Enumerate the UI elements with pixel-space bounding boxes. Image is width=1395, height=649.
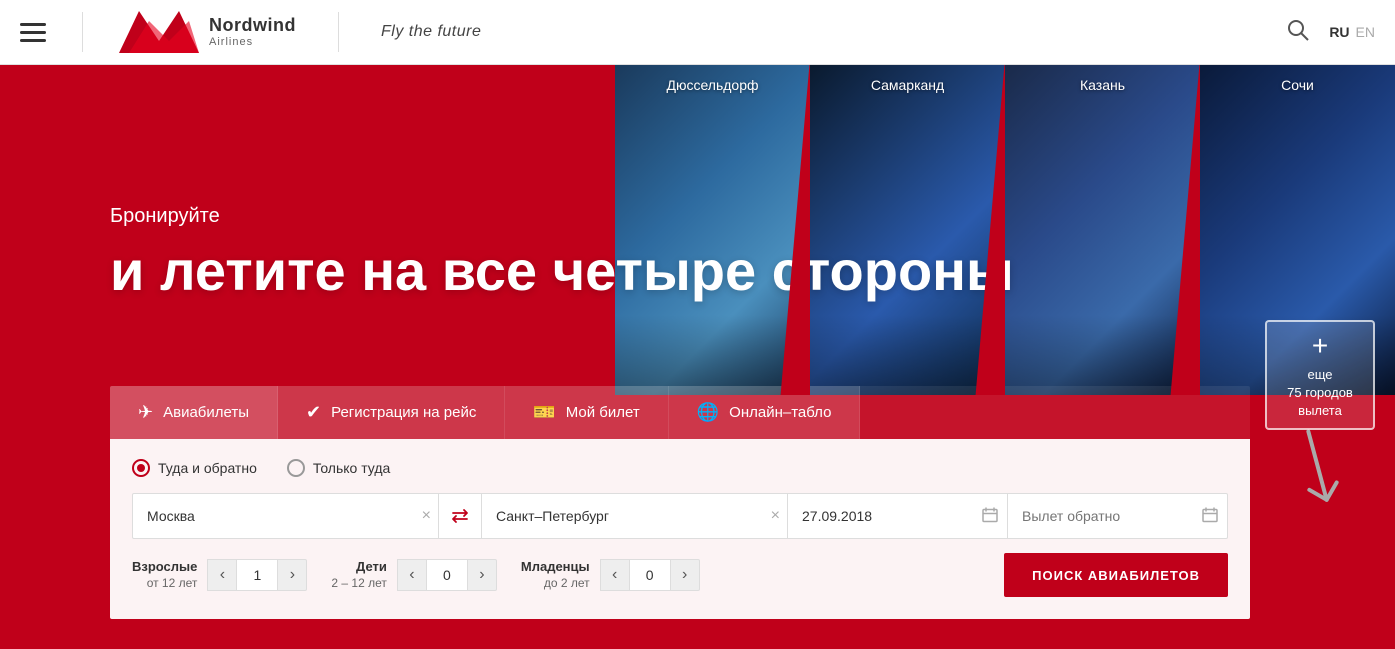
- children-value: 0: [427, 559, 467, 591]
- city-label-samarkand: Самарканд: [871, 77, 944, 93]
- city-label-kazan: Казань: [1080, 77, 1125, 93]
- more-cities-count: еще75 городоввылета: [1287, 366, 1353, 421]
- trip-type-radio-group: Туда и обратно Только туда: [132, 459, 1228, 477]
- logo[interactable]: Nordwind Airlines: [119, 11, 296, 53]
- more-cities-button[interactable]: + еще75 городоввылета: [1265, 320, 1375, 430]
- city-label-sochi: Сочи: [1281, 77, 1314, 93]
- date-return-wrap: [1008, 493, 1228, 539]
- tab-mybillet-label: Мой билет: [566, 404, 640, 421]
- swap-icon: [450, 506, 470, 526]
- tab-board-label: Онлайн–табло: [729, 404, 831, 421]
- children-group: Дети 2 – 12 лет ‹ 0 ›: [331, 559, 496, 591]
- ticket-icon: 🎫: [533, 402, 555, 423]
- header: Nordwind Airlines Fly the future RU EN: [0, 0, 1395, 65]
- adults-group: Взрослые от 12 лет ‹ 1 ›: [132, 559, 307, 591]
- header-right: RU EN: [1287, 19, 1375, 46]
- form-body: Туда и обратно Только туда ×: [110, 439, 1250, 619]
- children-decrement-button[interactable]: ‹: [397, 559, 427, 591]
- infants-increment-button[interactable]: ›: [670, 559, 700, 591]
- arrow-indicator: [1272, 425, 1359, 516]
- from-input[interactable]: [132, 493, 439, 539]
- more-cities-plus-icon: +: [1312, 330, 1328, 362]
- plane-icon: ✈: [138, 402, 153, 423]
- tab-board[interactable]: 🌐 Онлайн–табло: [669, 386, 861, 439]
- roundtrip-label: Туда и обратно: [158, 460, 257, 476]
- hero-title: и летите на все четыре стороны: [110, 240, 1014, 302]
- infants-value: 0: [630, 559, 670, 591]
- city-label-dusseldorf: Дюссельдорф: [666, 77, 758, 93]
- infants-group: Младенцы до 2 лет ‹ 0 ›: [521, 559, 700, 591]
- adults-decrement-button[interactable]: ‹: [207, 559, 237, 591]
- to-input-wrap: ×: [481, 493, 788, 539]
- language-switcher: RU EN: [1329, 24, 1375, 40]
- return-date-input[interactable]: [1008, 493, 1228, 539]
- hero-section: Дюссельдорф Самарканд Казань Сочи + еще7…: [0, 65, 1395, 649]
- children-increment-button[interactable]: ›: [467, 559, 497, 591]
- flight-inputs-row: × ×: [132, 493, 1228, 539]
- header-left: Nordwind Airlines Fly the future: [20, 11, 481, 53]
- calendar-depart-icon: [982, 507, 998, 526]
- hero-text: Бронируйте и летите на все четыре сторон…: [110, 205, 1014, 302]
- from-input-wrap: ×: [132, 493, 439, 539]
- header-slogan: Fly the future: [381, 23, 481, 41]
- roundtrip-radio[interactable]: [132, 459, 150, 477]
- from-clear-button[interactable]: ×: [422, 507, 431, 525]
- city-photo-bg: [1005, 65, 1200, 395]
- date-depart-wrap: [788, 493, 1008, 539]
- adults-value: 1: [237, 559, 277, 591]
- globe-icon: 🌐: [697, 402, 719, 423]
- tab-checkin[interactable]: ✔ Регистрация на рейс: [278, 386, 505, 439]
- logo-text: Nordwind Airlines: [209, 15, 296, 50]
- checkin-icon: ✔: [306, 402, 321, 423]
- infants-decrement-button[interactable]: ‹: [600, 559, 630, 591]
- calendar-return-icon: [1202, 507, 1218, 526]
- logo-tagline: Airlines: [209, 36, 296, 49]
- search-icon: [1287, 19, 1309, 41]
- logo-brand: Nordwind: [209, 15, 296, 37]
- header-divider-1: [82, 12, 83, 52]
- oneway-option[interactable]: Только туда: [287, 459, 390, 477]
- city-photo-kazan[interactable]: Казань: [1005, 65, 1200, 395]
- roundtrip-option[interactable]: Туда и обратно: [132, 459, 257, 477]
- to-input[interactable]: [481, 493, 788, 539]
- departure-date-input[interactable]: [788, 493, 1008, 539]
- passengers-row: Взрослые от 12 лет ‹ 1 › Дети 2 – 12 лет…: [132, 553, 1228, 597]
- search-flights-button[interactable]: ПОИСК АВИАБИЛЕТОВ: [1004, 553, 1228, 597]
- adults-increment-button[interactable]: ›: [277, 559, 307, 591]
- hamburger-menu-button[interactable]: [20, 23, 46, 42]
- to-clear-button[interactable]: ×: [771, 507, 780, 525]
- adults-label: Взрослые от 12 лет: [132, 559, 197, 591]
- tab-checkin-label: Регистрация на рейс: [331, 404, 476, 421]
- children-label: Дети 2 – 12 лет: [331, 559, 386, 591]
- search-button[interactable]: [1287, 19, 1309, 46]
- header-divider-2: [338, 12, 339, 52]
- tab-mybillet[interactable]: 🎫 Мой билет: [505, 386, 668, 439]
- infants-label: Младенцы до 2 лет: [521, 559, 590, 591]
- lang-en-button[interactable]: EN: [1356, 24, 1375, 40]
- lang-ru-button[interactable]: RU: [1329, 24, 1349, 40]
- oneway-radio[interactable]: [287, 459, 305, 477]
- swap-destinations-button[interactable]: [439, 493, 481, 539]
- logo-icon: [119, 11, 199, 53]
- tab-tickets-label: Авиабилеты: [163, 404, 249, 421]
- form-tabs: ✈ Авиабилеты ✔ Регистрация на рейс 🎫 Мой…: [110, 386, 1250, 439]
- oneway-label: Только туда: [313, 460, 390, 476]
- hero-subtitle: Бронируйте: [110, 205, 1014, 228]
- booking-form: ✈ Авиабилеты ✔ Регистрация на рейс 🎫 Мой…: [110, 386, 1250, 619]
- tab-tickets[interactable]: ✈ Авиабилеты: [110, 386, 278, 439]
